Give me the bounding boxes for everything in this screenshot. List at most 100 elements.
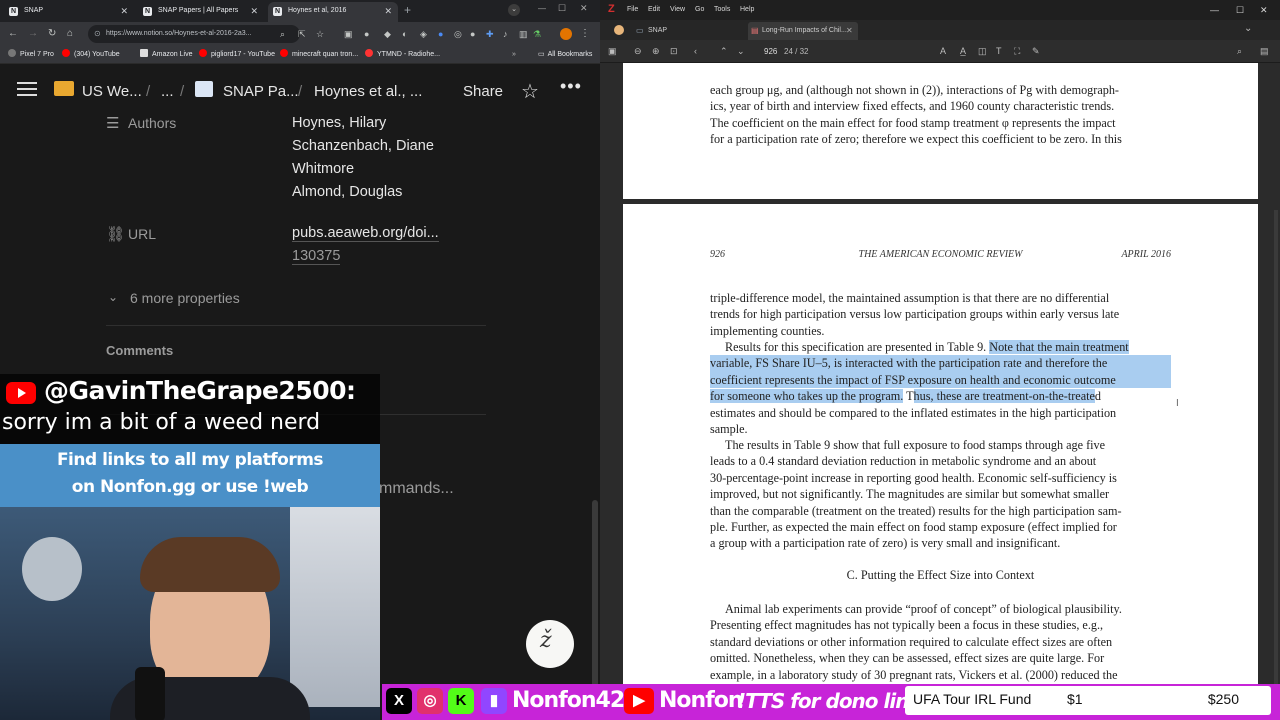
lab-icon[interactable]: ⚗ xyxy=(533,22,541,46)
tab-snap-papers[interactable]: N SNAP Papers | All Papers ✕ xyxy=(138,2,264,22)
close-tab-icon[interactable]: ✕ xyxy=(384,2,392,20)
minimize-icon[interactable]: — xyxy=(538,4,546,13)
search-icon[interactable]: ⌕ xyxy=(1237,40,1242,63)
scrollbar[interactable] xyxy=(592,500,598,700)
toggle-context-pane-icon[interactable]: ▤ xyxy=(1260,40,1269,63)
breadcrumb-item[interactable]: SNAP Pa... xyxy=(223,83,299,100)
author-value[interactable]: Almond, Douglas xyxy=(292,184,402,200)
new-tab-icon[interactable]: + xyxy=(404,3,411,17)
menu-help[interactable]: Help xyxy=(740,0,754,20)
close-tab-icon[interactable]: ✕ xyxy=(250,2,258,20)
extension-3-icon[interactable]: ◆ xyxy=(384,22,391,46)
bookmark-pixel[interactable]: Pixel 7 Pro xyxy=(8,46,54,64)
extensions-puzzle-icon[interactable]: ✚ xyxy=(486,22,494,46)
url-value[interactable]: pubs.aeaweb.org/doi... xyxy=(292,225,439,242)
menu-edit[interactable]: Edit xyxy=(648,0,660,20)
more-options-icon[interactable]: ••• xyxy=(560,76,582,97)
breadcrumb-item[interactable]: US We... xyxy=(82,83,142,100)
tab-snap[interactable]: N SNAP ✕ xyxy=(4,2,134,22)
more-properties-toggle[interactable]: 6 more properties xyxy=(130,290,240,306)
authors-property-label[interactable]: Authors xyxy=(128,115,176,131)
author-value[interactable]: Hoynes, Hilary xyxy=(292,115,386,131)
extension-8-icon[interactable]: ● xyxy=(470,22,475,46)
close-window-icon[interactable]: ✕ xyxy=(580,3,588,14)
zoom-fit-icon[interactable]: ⊡ xyxy=(670,40,678,63)
menu-dots-icon[interactable]: ⋮ xyxy=(580,22,590,46)
extension-2-icon[interactable]: ● xyxy=(364,22,369,46)
profile-avatar[interactable] xyxy=(560,28,572,40)
chevron-down-icon[interactable]: ⌄ xyxy=(108,290,118,304)
reload-icon[interactable]: ↻ xyxy=(48,22,56,46)
minimize-icon[interactable]: — xyxy=(1210,0,1219,20)
notion-ai-button[interactable]: ž xyxy=(526,620,574,668)
tab-snap[interactable]: ▭ SNAP xyxy=(634,22,744,40)
extension-6-icon[interactable]: ● xyxy=(438,22,443,46)
sidebar-menu-icon[interactable] xyxy=(17,80,37,98)
bookmark-star-icon[interactable]: ☆ xyxy=(316,22,324,46)
author-value[interactable]: Whitmore xyxy=(292,161,354,177)
bookmark-youtube[interactable]: (304) YouTube xyxy=(62,46,120,64)
url-value-cont[interactable]: 130375 xyxy=(292,248,341,265)
share-button[interactable]: Share xyxy=(463,83,503,100)
url-property-label[interactable]: URL xyxy=(128,226,156,242)
close-tab-icon[interactable]: ✕ xyxy=(846,22,853,40)
close-tab-icon[interactable]: ✕ xyxy=(120,2,128,20)
bookmark-ytmnd[interactable]: YTMND - Radiohe... xyxy=(365,46,440,64)
author-value[interactable]: Schanzenbach, Diane xyxy=(292,138,434,154)
highlight-annotation[interactable]: coefficient represents the impact of FSP… xyxy=(710,371,1171,389)
tab-pdf[interactable]: ▤ Long-Run Impacts of Chil... ✕ xyxy=(748,22,858,40)
menu-go[interactable]: Go xyxy=(695,0,704,20)
bookmarks-overflow-icon[interactable]: » xyxy=(512,46,516,64)
bookmark-pigliord[interactable]: pigliord17 - YouTube xyxy=(199,46,275,64)
pdf-scrollbar[interactable] xyxy=(1274,210,1278,720)
note-tool-icon[interactable]: ◫ xyxy=(978,40,987,63)
all-bookmarks[interactable]: ▭ All Bookmarks xyxy=(538,46,592,64)
paragraph-2[interactable]: Results for this specification are prese… xyxy=(710,339,1171,437)
bookmark-amazon[interactable]: Amazon Live xyxy=(140,46,192,64)
highlight-annotation[interactable]: for someone who takes up the program. xyxy=(710,389,904,404)
highlight-annotation[interactable]: variable, FS Share IU–5, is interacted w… xyxy=(710,355,1171,372)
text-tool-icon[interactable]: T xyxy=(996,40,1002,63)
home-icon[interactable]: ⌂ xyxy=(67,22,73,46)
tabs-dropdown-icon[interactable]: ⌄ xyxy=(1244,23,1252,34)
favorite-star-icon[interactable]: ☆ xyxy=(521,79,539,104)
toggle-sidebar-icon[interactable]: ▣ xyxy=(608,40,617,63)
maximize-icon[interactable]: ☐ xyxy=(558,3,566,14)
extension-5-icon[interactable]: ◈ xyxy=(420,22,427,46)
extension-1-icon[interactable]: ▣ xyxy=(344,22,353,46)
site-info-icon[interactable]: ⊙ xyxy=(94,25,101,43)
breadcrumb-item[interactable]: ... xyxy=(161,83,174,100)
highlight-annotation[interactable]: Note that the main treatment xyxy=(989,340,1129,354)
next-page-icon[interactable]: ⌄ xyxy=(737,40,745,63)
media-control-icon[interactable]: ♪ xyxy=(503,22,508,46)
zoom-out-icon[interactable]: ⊖ xyxy=(634,40,642,63)
highlight-tool-icon[interactable]: A xyxy=(940,40,946,63)
underline-tool-icon[interactable]: A̲ xyxy=(960,40,966,63)
selection-highlight[interactable]: hus, these are treatment-on-the-treate xyxy=(913,389,1095,404)
side-panel-icon[interactable]: ▥ xyxy=(519,22,528,46)
image-tool-icon[interactable]: ⛶ xyxy=(1014,40,1020,63)
ink-tool-icon[interactable]: ✎ xyxy=(1032,40,1040,63)
tab-search-icon[interactable]: ⌄ xyxy=(508,4,520,16)
menu-tools[interactable]: Tools xyxy=(714,0,730,20)
extension-7-icon[interactable]: ◎ xyxy=(454,22,462,46)
close-window-icon[interactable]: ✕ xyxy=(1260,0,1268,20)
library-icon[interactable] xyxy=(614,25,624,35)
url-link[interactable]: pubs.aeaweb.org/doi... xyxy=(292,225,439,242)
nav-back-icon[interactable]: ‹ xyxy=(694,40,697,63)
prev-page-icon[interactable]: ⌃ xyxy=(720,40,728,63)
address-bar[interactable]: ⊙ https://www.notion.so/Hoynes-et-al-201… xyxy=(88,25,300,43)
breadcrumb-item[interactable]: Hoynes et al., ... xyxy=(314,83,422,100)
install-app-icon[interactable]: ⇱ xyxy=(298,22,306,46)
maximize-icon[interactable]: ☐ xyxy=(1236,0,1244,20)
zoom-in-icon[interactable]: ⊕ xyxy=(652,40,660,63)
bookmark-minecraft[interactable]: minecraft quan tron... xyxy=(280,46,358,64)
menu-view[interactable]: View xyxy=(670,0,685,20)
forward-icon[interactable]: → xyxy=(28,22,38,46)
tab-hoynes[interactable]: N Hoynes et al, 2016 ✕ xyxy=(268,2,398,22)
zoom-icon[interactable]: ⌕ xyxy=(280,22,285,46)
page-number-input[interactable]: 926 xyxy=(764,40,777,63)
extension-4-icon[interactable]: ◐ xyxy=(402,22,407,46)
menu-file[interactable]: File xyxy=(627,0,638,20)
back-icon[interactable]: ← xyxy=(8,22,18,46)
